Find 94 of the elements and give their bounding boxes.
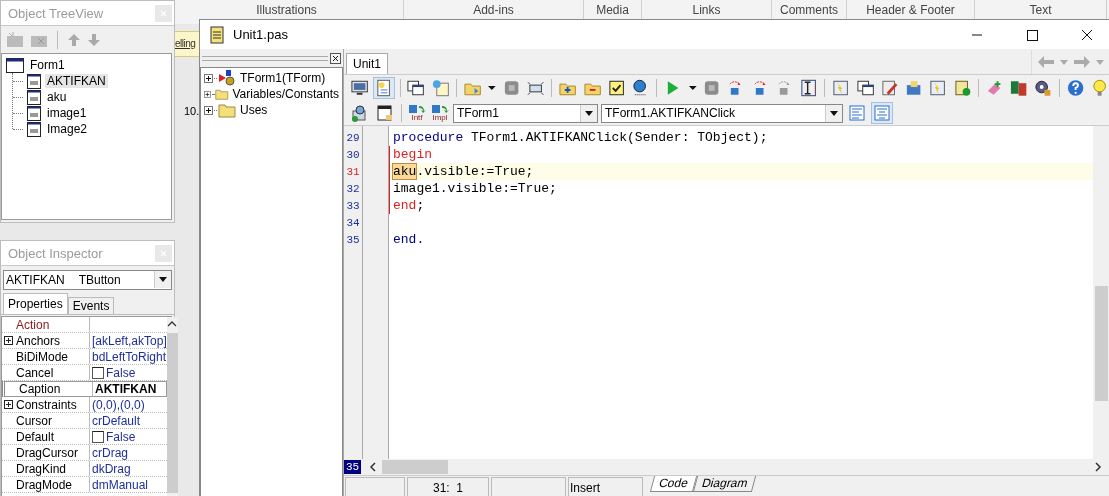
method-dropdown[interactable]: TForm1.AKTIFKANClick xyxy=(601,103,843,123)
ribbon-group-label: Illustrations xyxy=(256,3,317,17)
window-title: Unit1.pas xyxy=(233,27,288,42)
property-name[interactable]: Caption xyxy=(17,382,61,396)
explorer-item[interactable]: Variables/Constants xyxy=(229,87,339,101)
expand-icon[interactable] xyxy=(4,336,13,345)
window-title: Object TreeView xyxy=(8,5,104,21)
property-name[interactable]: Action xyxy=(14,317,50,332)
expand-icon[interactable] xyxy=(4,400,13,409)
button-component-icon xyxy=(27,89,41,105)
line-number: 29 xyxy=(345,131,361,144)
scroll-up-icon[interactable] xyxy=(167,321,178,327)
scroll-thumb[interactable] xyxy=(1095,286,1108,401)
tree-item[interactable]: aku xyxy=(45,90,69,104)
explorer-item[interactable]: Uses xyxy=(237,103,268,117)
dropdown-arrow-icon xyxy=(159,277,167,282)
property-value[interactable]: [akLeft,akTop] xyxy=(92,333,167,348)
expand-icon[interactable] xyxy=(204,73,213,83)
line-number: 31 xyxy=(345,165,361,178)
component-dropdown[interactable]: AKTIFKAN TButton xyxy=(3,270,172,290)
property-value[interactable]: (0,0),(0,0) xyxy=(92,397,145,412)
ribbon-group-label: Links xyxy=(692,3,721,17)
property-value[interactable]: crDefault xyxy=(92,413,141,428)
explorer-item[interactable]: TForm1(TForm) xyxy=(237,71,326,85)
scroll-left-icon[interactable] xyxy=(369,462,377,472)
expand-icon[interactable] xyxy=(204,105,213,115)
scroll-right-icon[interactable] xyxy=(1095,462,1102,472)
scrollbar[interactable] xyxy=(1093,126,1109,459)
folder-icon xyxy=(218,102,236,118)
view-tab[interactable]: Diagram xyxy=(692,476,757,492)
status-panel xyxy=(345,477,405,496)
code-line: procedure TForm1.AKTIFKANClick(Sender: TObject); xyxy=(393,130,768,145)
button-component-icon xyxy=(27,73,41,89)
tree-item[interactable]: image1 xyxy=(45,106,89,120)
class-icon xyxy=(218,70,236,86)
tree-item[interactable]: AKTIFKAN xyxy=(45,74,108,88)
property-value[interactable]: False xyxy=(106,429,136,444)
dropdown-arrow-icon xyxy=(585,110,593,116)
code-line: end. xyxy=(393,232,425,247)
back-arrow-icon[interactable] xyxy=(1038,56,1054,68)
property-name[interactable]: Default xyxy=(14,429,55,444)
jump-button[interactable]: Intf xyxy=(407,104,427,122)
scroll-thumb[interactable] xyxy=(382,460,449,474)
view-tab[interactable]: Code xyxy=(649,476,697,492)
line-number: 33 xyxy=(345,199,361,212)
expand-icon[interactable] xyxy=(204,89,211,99)
ribbon-group-label: Add-ins xyxy=(473,3,514,17)
property-value[interactable]: crDrag xyxy=(92,445,128,460)
forward-arrow-icon[interactable] xyxy=(1074,56,1090,68)
ribbon-group-label: Text xyxy=(1029,3,1052,17)
ribbon-group-label: Media xyxy=(596,3,629,17)
close-icon[interactable] xyxy=(330,52,341,64)
property-name[interactable]: Cursor xyxy=(14,413,52,428)
property-value[interactable]: bdLeftToRight xyxy=(92,349,167,364)
edit-mode: Insert xyxy=(568,477,643,496)
line-number: 35 xyxy=(345,233,361,246)
line-count: 35 xyxy=(344,460,362,474)
checkbox[interactable] xyxy=(92,430,104,443)
form-icon xyxy=(6,57,24,73)
line-number: 30 xyxy=(345,148,361,161)
code-line: image1.visible:=True; xyxy=(393,181,557,196)
line-number: 34 xyxy=(345,216,361,229)
dropdown-arrow-icon xyxy=(830,110,838,116)
inspector-tab[interactable]: Events xyxy=(67,297,115,314)
checkbox[interactable] xyxy=(92,366,104,379)
unit-icon[interactable] xyxy=(373,77,395,99)
property-value[interactable]: dkDrag xyxy=(92,461,131,476)
line-number: 32 xyxy=(345,182,361,195)
property-name[interactable]: DragCursor xyxy=(14,445,78,460)
button-component-icon xyxy=(27,105,41,121)
file-tab[interactable]: Unit1 xyxy=(346,53,388,74)
property-name[interactable]: BiDiMode xyxy=(14,349,69,364)
jump-button[interactable]: Impl xyxy=(430,104,450,122)
cursor-position: 31: 1 xyxy=(407,477,489,496)
property-name[interactable]: Anchors xyxy=(14,333,61,348)
button-component-icon xyxy=(27,121,41,137)
code-line: end; xyxy=(393,198,425,213)
property-value[interactable]: dmManual xyxy=(92,477,149,492)
property-name[interactable]: DragMode xyxy=(14,477,73,492)
window-title: Object Inspector xyxy=(8,245,103,261)
inspector-tab[interactable]: Properties xyxy=(3,293,68,314)
ribbon-group-label: Header & Footer xyxy=(866,3,955,17)
property-value[interactable]: False xyxy=(106,365,136,380)
property-name[interactable]: Constraints xyxy=(14,397,77,412)
ribbon-group-label: Comments xyxy=(780,3,838,17)
property-name[interactable]: Cancel xyxy=(14,365,54,380)
page-text: 10. xyxy=(184,105,200,117)
property-name[interactable]: DragKind xyxy=(14,461,67,476)
property-value[interactable]: AKTIFKAN xyxy=(95,382,157,396)
document-icon xyxy=(210,25,224,44)
code-line: begin xyxy=(393,147,432,162)
tree-item[interactable]: Image2 xyxy=(45,122,90,136)
class-dropdown[interactable]: TForm1 xyxy=(453,103,598,123)
tree-item[interactable]: Form1 xyxy=(28,58,67,72)
